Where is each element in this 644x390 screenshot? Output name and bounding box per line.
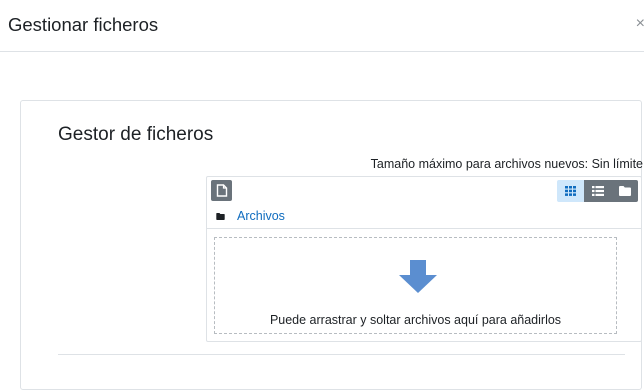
modal-header: Gestionar ficheros × bbox=[0, 0, 644, 52]
list-icon bbox=[591, 186, 604, 196]
add-file-icon bbox=[216, 184, 227, 197]
add-file-button[interactable] bbox=[211, 180, 232, 201]
dialog-title: Gestionar ficheros bbox=[8, 14, 159, 35]
drop-hint-text: Puede arrastrar y soltar archivos aquí p… bbox=[269, 313, 562, 327]
drop-area: Puede arrastrar y soltar archivos aquí p… bbox=[207, 228, 641, 341]
view-tree-button[interactable] bbox=[611, 180, 638, 202]
drop-zone[interactable]: Puede arrastrar y soltar archivos aquí p… bbox=[214, 237, 617, 334]
path-bar: Archivos bbox=[216, 208, 285, 224]
max-size-text: Tamaño máximo para archivos nuevos: Sin … bbox=[370, 157, 643, 171]
divider bbox=[58, 354, 625, 355]
view-list-button[interactable] bbox=[584, 180, 611, 202]
file-manager-heading: Gestor de ficheros bbox=[58, 124, 214, 145]
close-button[interactable]: × bbox=[636, 16, 644, 32]
grid-icon bbox=[565, 186, 576, 196]
file-manager-card: Gestor de ficheros Tamaño máximo para ar… bbox=[20, 100, 643, 390]
down-arrow-icon bbox=[399, 260, 437, 293]
folder-icon bbox=[216, 212, 225, 220]
file-manager-panel: Archivos Puede arrastrar y soltar archiv… bbox=[206, 176, 642, 342]
path-folder-link[interactable]: Archivos bbox=[237, 208, 285, 224]
view-mode-group bbox=[557, 180, 638, 202]
view-icons-button[interactable] bbox=[557, 180, 584, 202]
folder-icon bbox=[618, 186, 631, 196]
